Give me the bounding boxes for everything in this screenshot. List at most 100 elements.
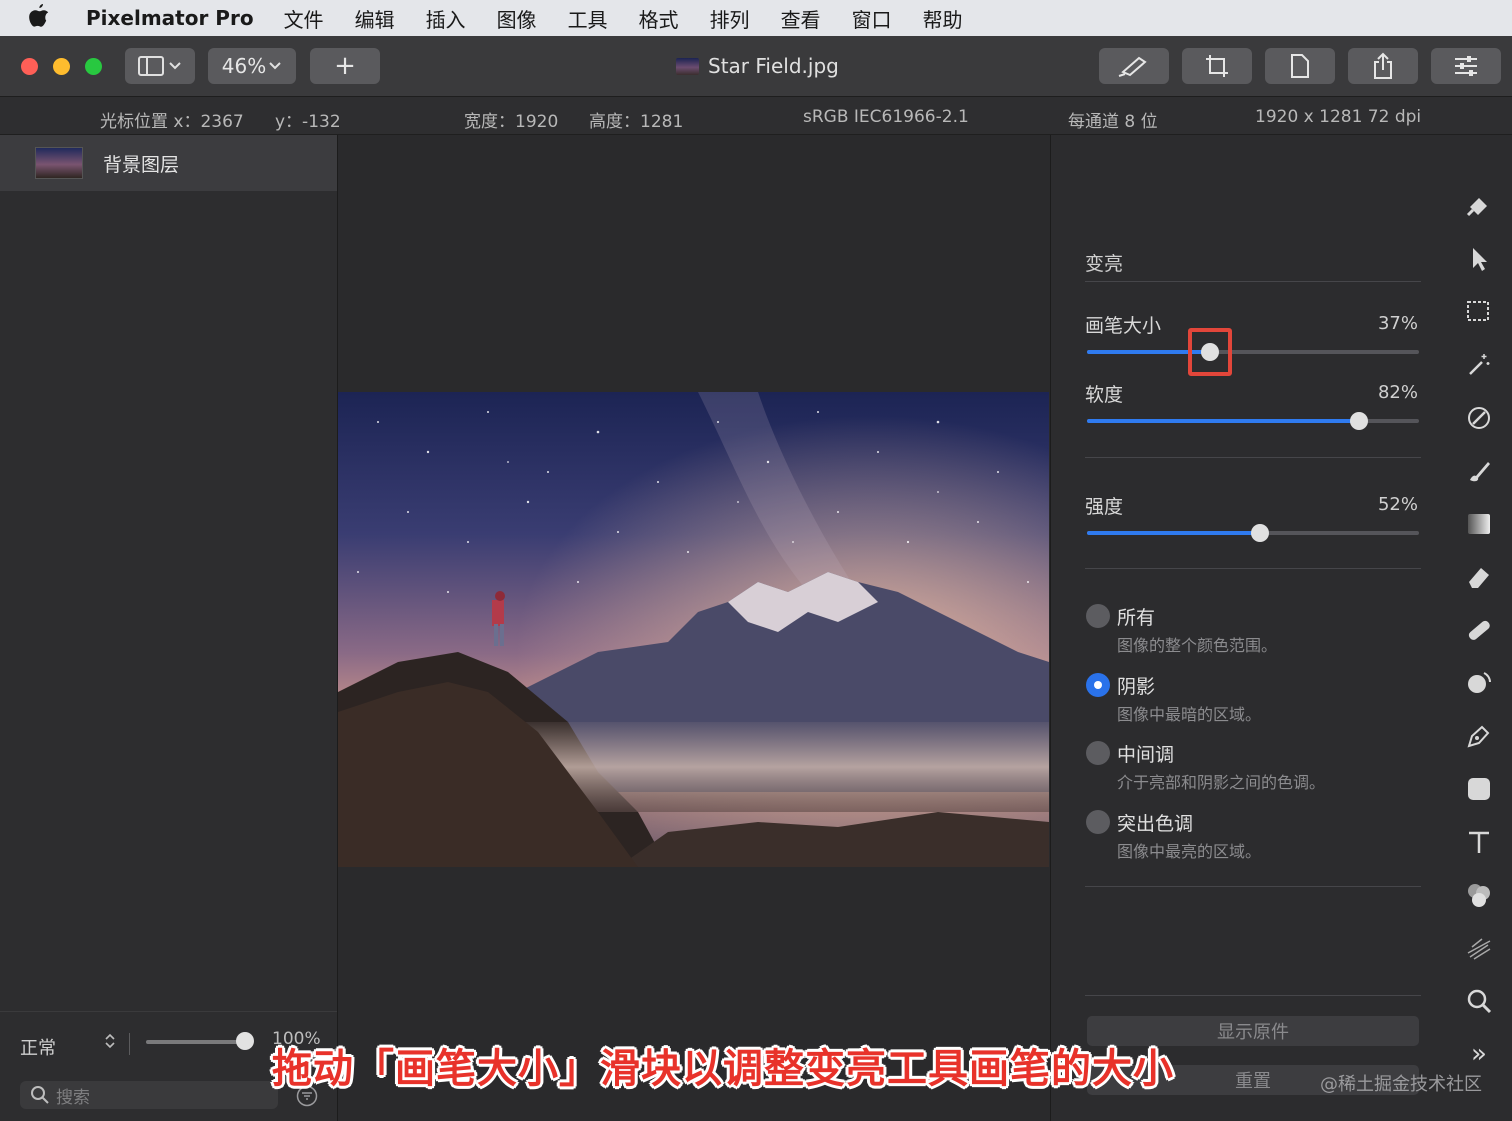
- bandage-icon[interactable]: [1464, 615, 1494, 645]
- layer-thumbnail: [35, 147, 83, 179]
- brush-tool-icon: [1118, 56, 1147, 77]
- range-shadows-radio[interactable]: [1086, 673, 1110, 697]
- more-tools-icon[interactable]: »: [1464, 1039, 1494, 1069]
- range-midtones-radio[interactable]: [1086, 741, 1110, 765]
- document-button[interactable]: [1265, 48, 1335, 84]
- softness-slider[interactable]: [1087, 412, 1419, 430]
- watermark: @稀土掘金技术社区: [1320, 1074, 1482, 1095]
- info-bar: 光标位置 x：2367 y：-132 宽度：1920 高度：1281 sRGB …: [0, 97, 1512, 135]
- range-midtones-desc: 介于亮部和阴影之间的色调。: [1117, 773, 1326, 792]
- divider: [1085, 457, 1421, 458]
- shape-icon[interactable]: [1464, 774, 1494, 804]
- share-button[interactable]: [1348, 48, 1418, 84]
- menu-help[interactable]: 帮助: [923, 4, 963, 33]
- retouch-icon[interactable]: [1464, 668, 1494, 698]
- brush-icon[interactable]: [1464, 456, 1494, 486]
- document-title: Star Field.jpg: [676, 54, 839, 78]
- crop-button[interactable]: [1182, 48, 1252, 84]
- tool-options-panel: 变亮 画笔大小 37% 软度 82% 强度 52% 所有 图像的整个颜色范围。 …: [1050, 135, 1445, 1121]
- menu-window[interactable]: 窗口: [852, 4, 892, 33]
- slider-knob[interactable]: [1350, 412, 1369, 430]
- strength-slider[interactable]: [1087, 524, 1419, 542]
- apple-icon[interactable]: [28, 3, 68, 33]
- layer-row[interactable]: 背景图层: [0, 135, 337, 191]
- brush-size-label: 画笔大小: [1085, 315, 1162, 337]
- chevron-down-icon: [269, 62, 281, 70]
- resolution: 1920 x 1281 72 dpi: [1255, 107, 1422, 127]
- updown-chevron-icon[interactable]: [104, 1032, 116, 1050]
- arrow-icon[interactable]: [1464, 244, 1494, 274]
- effects-icon[interactable]: [1464, 933, 1494, 963]
- strength-label: 强度: [1085, 496, 1124, 518]
- color-picker-icon[interactable]: [1464, 403, 1494, 433]
- sidebar-icon: [138, 56, 181, 76]
- rect-select-icon[interactable]: [1464, 297, 1494, 327]
- paint-bucket-icon[interactable]: [1464, 191, 1494, 221]
- brush-size-value: 37%: [1377, 313, 1418, 334]
- tutorial-caption: 拖动「画笔大小」滑块以调整变亮工具画笔的大小: [272, 1046, 1174, 1092]
- gradient-icon[interactable]: [1464, 509, 1494, 539]
- divider: [1085, 995, 1421, 996]
- menu-arrange[interactable]: 排列: [710, 4, 750, 33]
- edit-tool-button[interactable]: [1099, 48, 1169, 84]
- document-thumbnail: [676, 57, 699, 75]
- zoom-window-button[interactable]: [85, 58, 102, 75]
- text-icon[interactable]: [1464, 827, 1494, 857]
- opacity-slider[interactable]: [146, 1040, 246, 1044]
- magic-wand-icon[interactable]: [1464, 350, 1494, 380]
- add-button[interactable]: +: [310, 48, 380, 84]
- pen-icon[interactable]: [1464, 721, 1494, 751]
- divider: [1085, 281, 1421, 282]
- menu-insert[interactable]: 插入: [426, 4, 466, 33]
- sliders-icon: [1455, 56, 1477, 76]
- opacity-slider-knob[interactable]: [236, 1032, 254, 1050]
- adjustments-button[interactable]: [1431, 48, 1501, 84]
- layer-name: 背景图层: [103, 153, 180, 176]
- divider: [129, 1033, 130, 1055]
- color-adjust-icon[interactable]: [1464, 880, 1494, 910]
- app-name-menu[interactable]: Pixelmator Pro: [86, 6, 254, 30]
- search-placeholder: 搜索: [56, 1087, 90, 1108]
- zoom-menu-button[interactable]: 46%: [208, 48, 296, 84]
- brush-size-slider[interactable]: [1087, 328, 1419, 376]
- zoom-level: 46%: [221, 54, 267, 78]
- range-all-radio[interactable]: [1086, 604, 1110, 628]
- menu-view[interactable]: 查看: [781, 4, 821, 33]
- range-shadows-desc: 图像中最暗的区域。: [1117, 705, 1262, 724]
- share-icon: [1374, 52, 1392, 79]
- reset-label: 重置: [1235, 1071, 1271, 1092]
- star-field-photo[interactable]: [338, 392, 1049, 867]
- crop-icon: [1206, 55, 1228, 77]
- tools-strip: »: [1445, 135, 1512, 1121]
- color-profile: sRGB IEC61966-2.1: [803, 107, 969, 127]
- tool-section-title: 变亮: [1085, 253, 1124, 275]
- cursor-x: 光标位置 x：2367: [100, 112, 244, 132]
- eraser-icon[interactable]: [1464, 562, 1494, 592]
- strength-value: 52%: [1377, 494, 1418, 515]
- document-icon: [1291, 54, 1309, 78]
- sidebar-toggle-button[interactable]: [125, 48, 195, 84]
- menu-image[interactable]: 图像: [497, 4, 537, 33]
- range-all-title: 所有: [1117, 607, 1156, 629]
- zoom-icon[interactable]: [1464, 986, 1494, 1016]
- layer-search-input[interactable]: 搜索: [20, 1081, 278, 1109]
- softness-value: 82%: [1377, 382, 1418, 403]
- slider-fill: [1087, 531, 1260, 535]
- range-shadows-title: 阴影: [1117, 676, 1156, 698]
- menu-file[interactable]: 文件: [284, 4, 324, 33]
- canvas-area[interactable]: [338, 135, 1050, 1121]
- minimize-window-button[interactable]: [53, 58, 70, 75]
- close-window-button[interactable]: [21, 58, 38, 75]
- range-highlights-radio[interactable]: [1086, 810, 1110, 834]
- cursor-y: y：-132: [275, 112, 341, 132]
- show-original-label: 显示原件: [1217, 1022, 1289, 1043]
- layers-panel: 背景图层 正常 100% 搜索: [0, 135, 338, 1121]
- highlight-box: [1187, 328, 1232, 376]
- range-highlights-desc: 图像中最亮的区域。: [1117, 842, 1262, 861]
- menu-tools[interactable]: 工具: [568, 4, 608, 33]
- menu-edit[interactable]: 编辑: [355, 4, 395, 33]
- search-icon: [31, 1086, 49, 1104]
- menu-format[interactable]: 格式: [639, 4, 679, 33]
- blend-mode-select[interactable]: 正常: [20, 1034, 56, 1060]
- slider-knob[interactable]: [1250, 524, 1269, 542]
